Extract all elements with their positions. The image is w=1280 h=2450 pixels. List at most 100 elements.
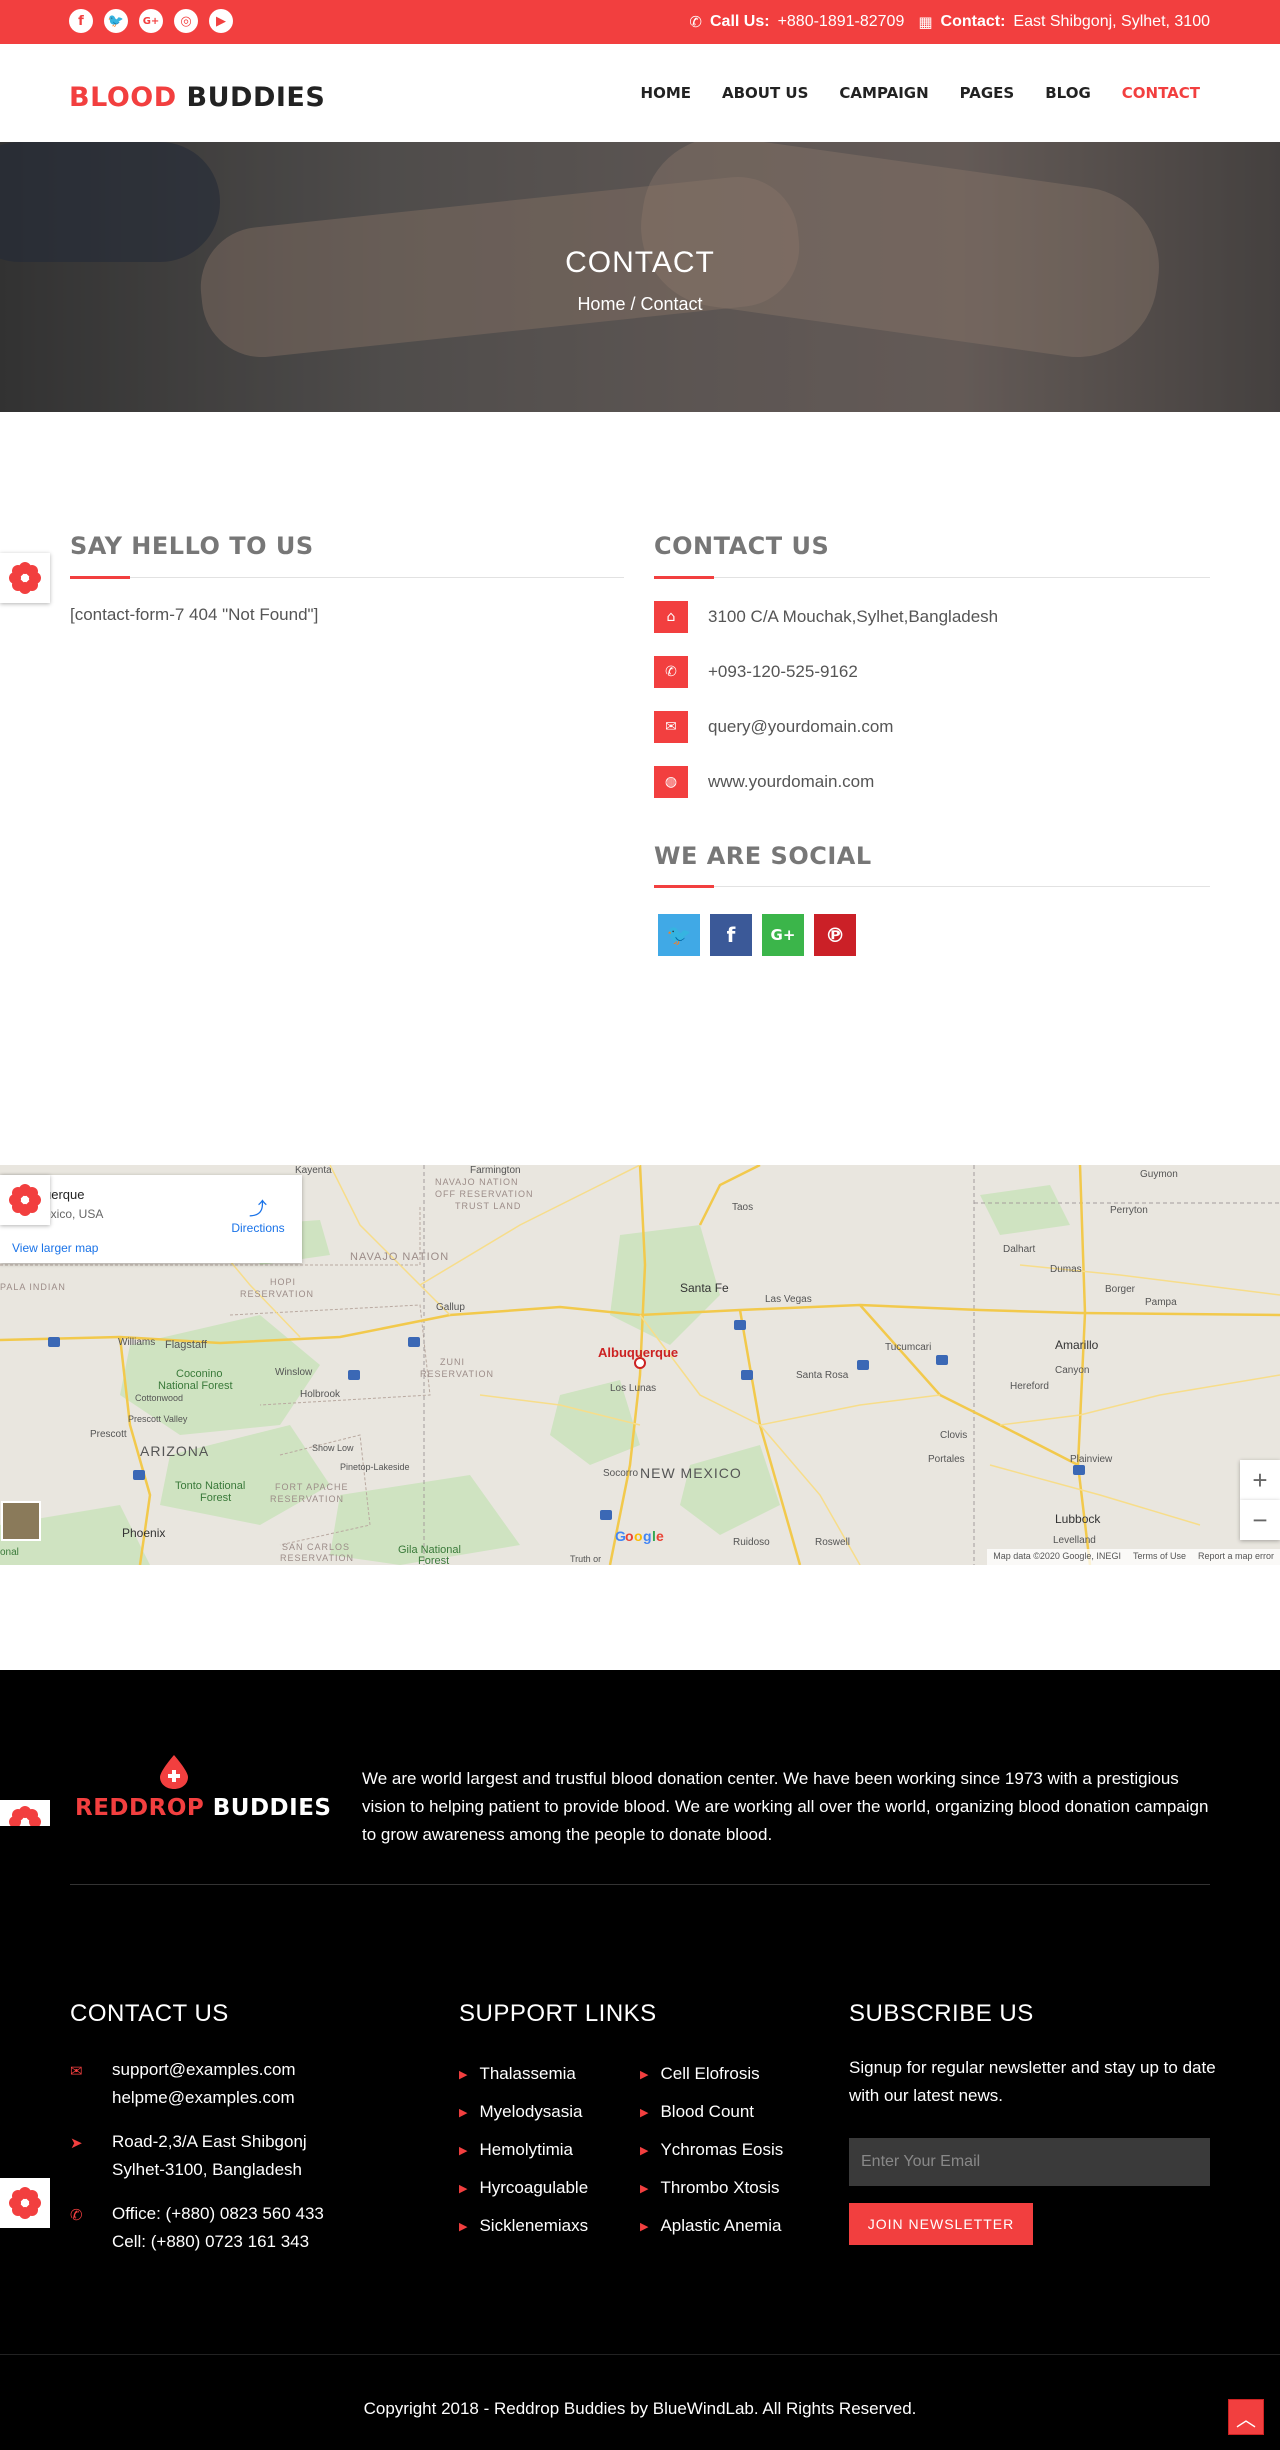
map-terms-link[interactable]: Terms of Use [1133,1551,1186,1563]
footer-email-help[interactable]: helpme@examples.com [112,2084,296,2112]
nav-blog[interactable]: BLOG [1045,84,1091,102]
footer-address-item: ➤ Road-2,3/A East Shibgonj Sylhet-3100, … [70,2128,307,2184]
topbar-contact-info: ✆ Call Us: +880-1891-82709 ▦ Contact: Ea… [689,0,1210,44]
say-hello-title: SAY HELLO TO US [70,532,314,560]
map-data-credit: Map data ©2020 Google, INEGI [993,1551,1121,1561]
map-place-name: uerque [44,1187,85,1202]
footer-phone-item: ✆ Office: (+880) 0823 560 433 Cell: (+88… [70,2200,324,2256]
google-plus-icon[interactable]: G+ [139,9,163,33]
google-plus-icon[interactable]: G+ [762,914,804,956]
footer-email-support[interactable]: support@examples.com [112,2056,296,2084]
facebook-icon[interactable]: f [69,9,93,33]
svg-text:NAVAJO NATION: NAVAJO NATION [435,1177,519,1187]
building-icon: ▦ [918,13,933,31]
social-title: WE ARE SOCIAL [654,842,872,870]
svg-text:Roswell: Roswell [815,1537,850,1548]
svg-text:SAN CARLOS: SAN CARLOS [282,1542,350,1552]
site-logo[interactable]: BLOOD BUDDIES [69,82,325,113]
svg-text:Socorro: Socorro [603,1468,638,1479]
svg-text:e: e [656,1528,664,1544]
floating-flower-widget[interactable] [0,1175,50,1225]
instagram-icon[interactable]: ◎ [174,9,198,33]
map-directions-button[interactable]: ⤴ Directions [228,1195,288,1235]
svg-text:NEW MEXICO: NEW MEXICO [640,1465,742,1481]
subscribe-description: Signup for regular newsletter and stay u… [849,2058,1216,2105]
svg-text:Las Vegas: Las Vegas [765,1294,812,1305]
topbar-social-links: f 🐦 G+ ◎ ▶ [69,9,233,33]
twitter-icon[interactable]: 🐦 [658,914,700,956]
home-icon: ⌂ [654,601,688,633]
support-link[interactable]: ▶ Aplastic Anemia [640,2207,783,2245]
phone-icon: ✆ [654,656,688,688]
envelope-icon: ✉ [654,711,688,743]
google-map[interactable]: Farmington Kayenta NAVAJO NATION NAVAJO … [0,1165,1280,1565]
svg-text:ZUNI: ZUNI [440,1357,465,1367]
floating-flower-widget[interactable] [0,1800,50,1826]
page-hero-banner: CONTACT Home / Contact [0,142,1280,412]
support-link[interactable]: ▶ Ychromas Eosis [640,2131,783,2169]
svg-text:Cottonwood: Cottonwood [135,1393,183,1403]
map-place-region: exico, USA [44,1207,104,1221]
support-link[interactable]: ▶ Thrombo Xtosis [640,2169,783,2207]
footer-address-line1: Road-2,3/A East Shibgonj [112,2132,307,2151]
svg-text:o: o [625,1528,634,1544]
map-zoom-out-button[interactable]: − [1240,1500,1280,1540]
newsletter-email-input[interactable] [849,2138,1210,2186]
youtube-icon[interactable]: ▶ [209,9,233,33]
support-link[interactable]: ▶ Myelodysasia [459,2093,588,2131]
svg-text:NAVAJO NATION: NAVAJO NATION [350,1251,449,1263]
twitter-icon[interactable]: 🐦 [104,9,128,33]
svg-text:Phoenix: Phoenix [122,1526,165,1540]
svg-text:Santa Rosa: Santa Rosa [796,1370,849,1381]
footer-logo-white: BUDDIES [212,1795,332,1821]
contact-form-placeholder: [contact-form-7 404 "Not Found"] [70,605,319,624]
breadcrumb-home[interactable]: Home [577,294,625,314]
join-newsletter-button[interactable]: JOIN NEWSLETTER [849,2203,1033,2245]
svg-text:Flagstaff: Flagstaff [165,1339,208,1351]
svg-text:onal: onal [0,1547,19,1558]
contact-address-item: ⌂ 3100 C/A Mouchak,Sylhet,Bangladesh [654,601,998,633]
svg-text:Truth or: Truth or [570,1554,601,1564]
svg-text:RESERVATION: RESERVATION [280,1553,354,1563]
support-links-col2: ▶ Cell Elofrosis ▶ Blood Count ▶ Ychromas E… [640,2055,783,2245]
support-link[interactable]: ▶ Sicklenemiaxs [459,2207,588,2245]
svg-text:Hereford: Hereford [1010,1381,1049,1392]
support-link[interactable]: ▶ Thalassemia [459,2055,588,2093]
svg-text:Gallup: Gallup [436,1302,465,1313]
support-link[interactable]: ▶ Blood Count [640,2093,783,2131]
svg-text:RESERVATION: RESERVATION [240,1289,314,1299]
svg-text:Holbrook: Holbrook [300,1389,341,1400]
svg-text:g: g [643,1528,652,1544]
location-arrow-icon: ➤ [70,2134,83,2152]
view-larger-map-link[interactable]: View larger map [12,1241,98,1255]
facebook-icon[interactable]: f [710,914,752,956]
map-report-error-link[interactable]: Report a map error [1198,1551,1274,1563]
floating-flower-widget[interactable] [0,553,50,603]
phone-icon: ✆ [689,13,702,31]
map-zoom-in-button[interactable]: + [1240,1460,1280,1500]
pinterest-icon[interactable]: ℗ [814,914,856,956]
floating-flower-widget[interactable] [0,2178,50,2228]
page-title: CONTACT [565,246,715,279]
contact-website[interactable]: www.yourdomain.com [708,772,874,792]
nav-home[interactable]: HOME [641,84,691,102]
chevron-up-icon: ︿ [1236,2406,1256,2431]
svg-text:Pinetop-Lakeside: Pinetop-Lakeside [340,1462,410,1472]
svg-text:Santa Fe: Santa Fe [680,1281,729,1295]
support-link[interactable]: ▶ Cell Elofrosis [640,2055,783,2093]
nav-pages[interactable]: PAGES [960,84,1015,102]
contact-email[interactable]: query@yourdomain.com [708,717,893,737]
nav-contact[interactable]: CONTACT [1122,84,1200,102]
footer-contact-title: CONTACT US [70,2000,229,2027]
nav-about-us[interactable]: ABOUT US [722,84,808,102]
support-link[interactable]: ▶ Hemolytimia [459,2131,588,2169]
copyright-text: Copyright 2018 - Reddrop Buddies by Blue… [363,2399,917,2418]
footer-divider [70,1884,1210,1885]
footer-logo[interactable]: REDDROP BUDDIES [75,1795,331,1821]
topbar-phone: +880-1891-82709 [777,13,905,30]
map-attribution: Map data ©2020 Google, INEGI Terms of Us… [987,1549,1280,1565]
flower-icon [9,2187,41,2219]
scroll-to-top-button[interactable]: ︿ [1228,2399,1264,2435]
support-link[interactable]: ▶ Hyrcoagulable [459,2169,588,2207]
nav-campaign[interactable]: CAMPAIGN [839,84,928,102]
